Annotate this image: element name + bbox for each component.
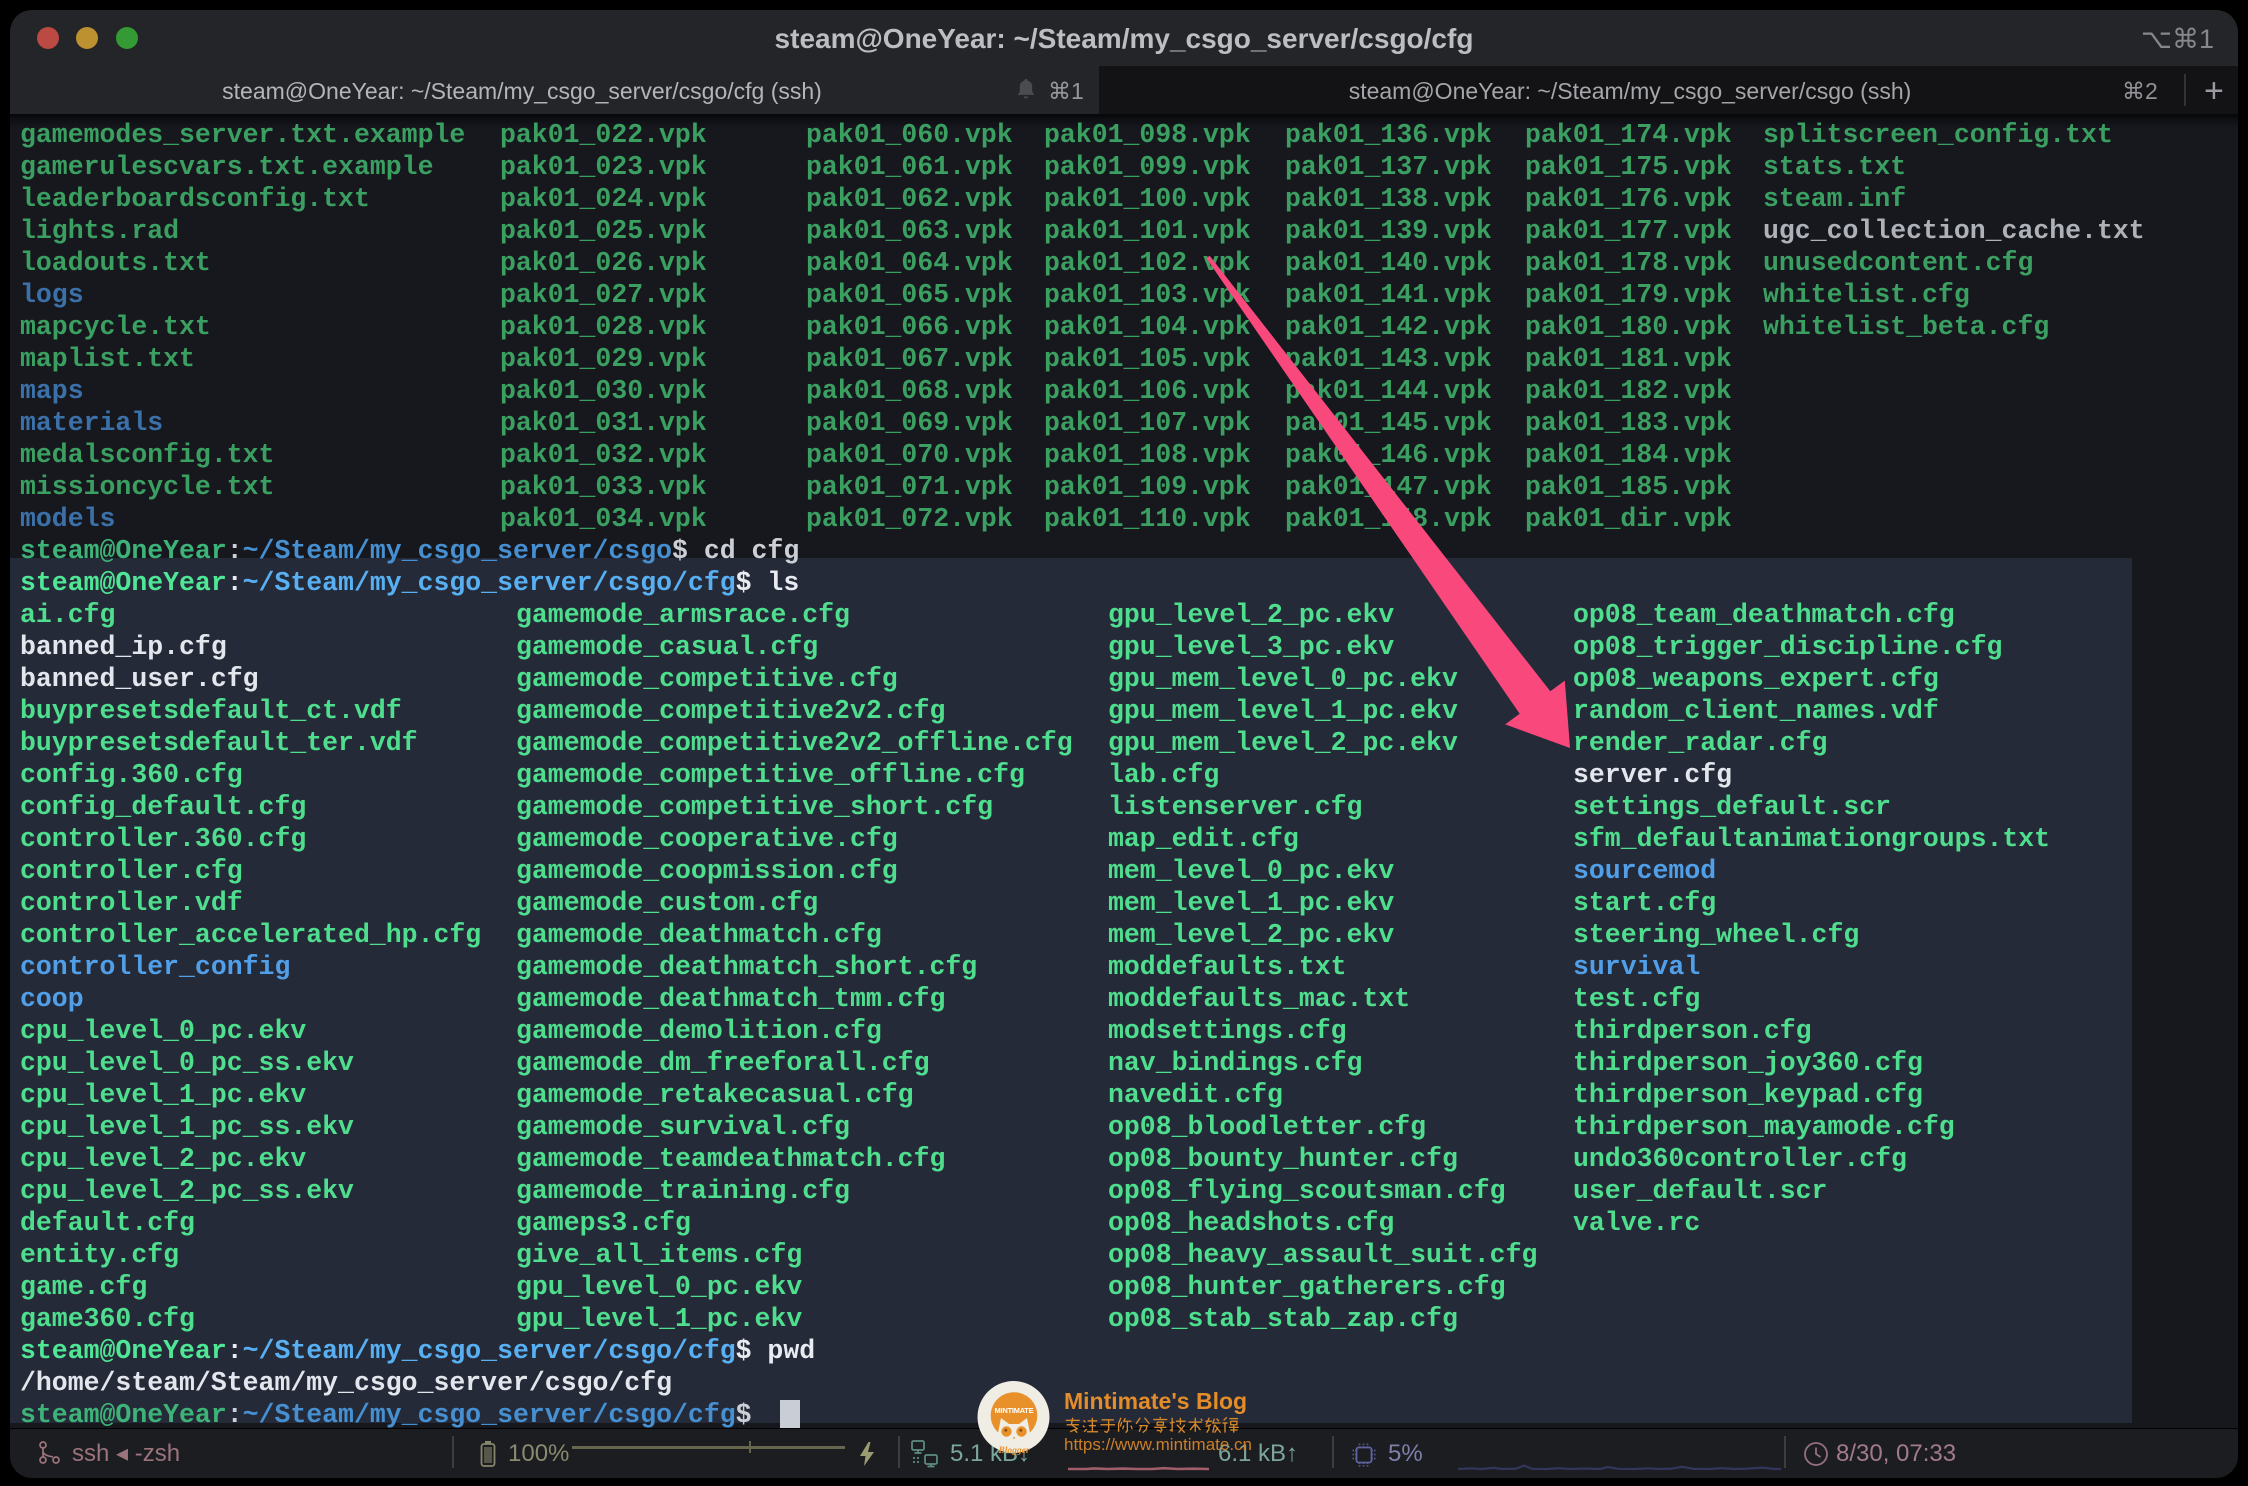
svg-text:MINTIMATE: MINTIMATE xyxy=(995,1406,1034,1415)
svg-text:Blogger: Blogger xyxy=(997,1446,1029,1456)
